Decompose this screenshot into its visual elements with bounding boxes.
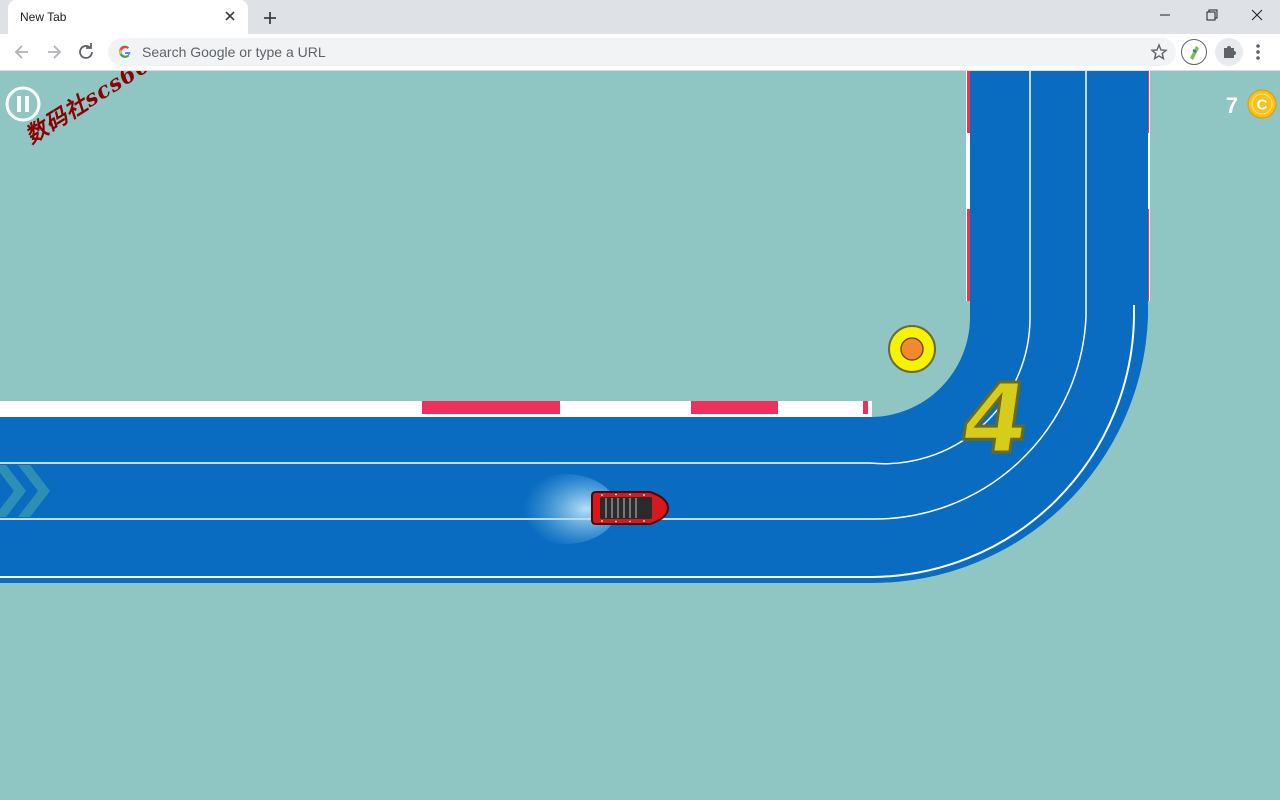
browser-toolbar — [0, 34, 1280, 71]
coin-symbol: C — [1257, 97, 1268, 114]
restore-icon[interactable] — [1188, 0, 1234, 30]
player-boat — [510, 469, 680, 549]
back-arrow-icon[interactable] — [10, 40, 34, 64]
barrier-stripe — [422, 401, 560, 414]
tab-strip: New Tab — [0, 0, 1280, 34]
profile-avatar[interactable] — [1181, 39, 1207, 65]
tab-title: New Tab — [20, 10, 66, 24]
minimize-icon[interactable] — [1142, 0, 1188, 30]
google-icon — [118, 45, 132, 59]
barrier-stripe — [691, 401, 778, 414]
close-window-icon[interactable] — [1234, 0, 1280, 30]
puzzle-icon — [1215, 38, 1243, 66]
close-tab-icon[interactable] — [222, 8, 238, 24]
bookmark-star-icon[interactable] — [1150, 43, 1168, 61]
reload-icon[interactable] — [74, 40, 98, 64]
race-track — [0, 71, 1280, 800]
bonus-target — [887, 324, 937, 374]
lap-number: 4 — [955, 371, 1035, 467]
coin-icon: C — [1247, 89, 1277, 119]
forward-arrow-icon[interactable] — [42, 40, 66, 64]
extension-icon — [1182, 40, 1206, 64]
kebab-menu-icon[interactable] — [1248, 40, 1268, 64]
barrier-stripe — [863, 401, 868, 414]
game-canvas[interactable]: 数码社scs66 7 C 4 — [0, 71, 1280, 800]
new-tab-icon[interactable] — [258, 6, 282, 30]
extensions-button[interactable] — [1215, 38, 1243, 66]
browser-tab[interactable]: New Tab — [8, 0, 248, 34]
coin-count: 7 — [1212, 93, 1238, 119]
address-input[interactable] — [142, 44, 1122, 60]
omnibox[interactable] — [108, 38, 1176, 66]
